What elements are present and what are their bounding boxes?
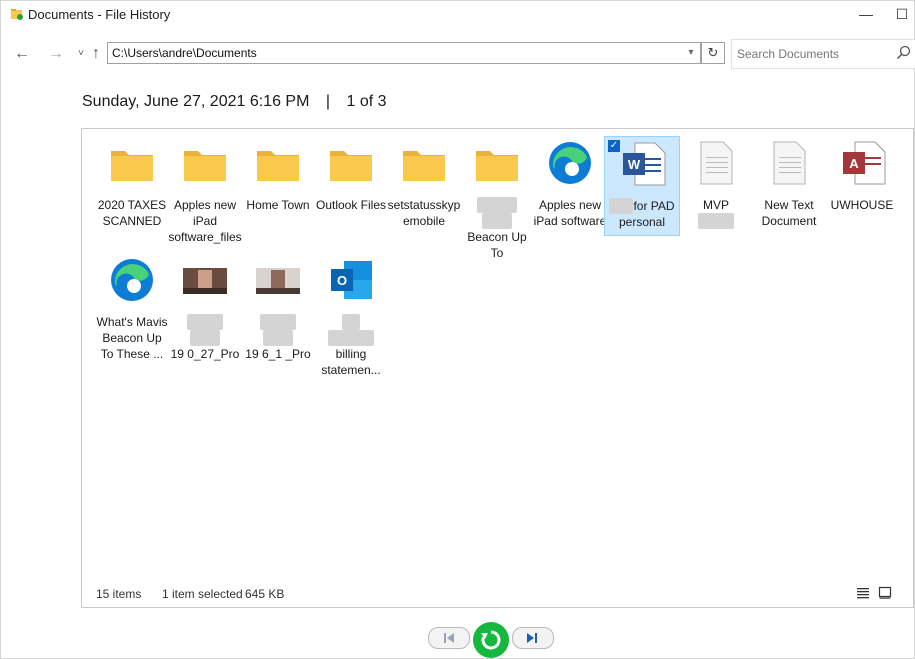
video-thumb-icon [256, 268, 300, 294]
next-version-button[interactable] [512, 627, 554, 649]
folder-icon [403, 151, 445, 181]
selection-size: 645 KB [245, 587, 285, 601]
restore-button[interactable] [473, 622, 509, 658]
item-label: Apples new iPad software [533, 198, 607, 228]
item-label: MVPxxxxxx [679, 197, 753, 229]
item-label: Apples new iPad software_files [168, 198, 242, 244]
outlook-icon: O [331, 261, 372, 299]
up-arrow-icon: ↑ [92, 45, 100, 62]
item-label-visible: Beacon Up To [467, 230, 527, 260]
item-label: UWHOUSE [830, 198, 894, 212]
history-controls [428, 622, 556, 658]
next-icon [527, 633, 537, 643]
item-label: Wxxxxxxxxx19 6_1 _Pro [241, 314, 315, 362]
folder-icon [184, 151, 226, 181]
edge-icon [111, 259, 153, 301]
list-item[interactable]: New Text Document [752, 139, 826, 229]
search-icon [896, 45, 911, 60]
item-label: setstatusskypemobile [387, 198, 461, 228]
backup-version-header: Sunday, June 27, 2021 6:16 PM | 1 of 3 [82, 93, 387, 111]
back-arrow-icon: ← [14, 45, 30, 62]
status-bar: 15 items 1 item selected 645 KB [82, 581, 913, 607]
list-item[interactable]: Apples new iPad software [533, 139, 607, 229]
video-thumb-icon [183, 268, 227, 294]
selection-info: 1 item selected [162, 587, 243, 601]
title-bar: Documents - File History — ☐ [1, 1, 914, 29]
previous-version-button[interactable] [428, 627, 470, 649]
item-label: xxxMixxxxxtbilling statemen... [314, 314, 388, 378]
window-title: Documents - File History [28, 7, 171, 22]
list-item-selected[interactable]: ✓ W xxxxfor PAD personal [604, 136, 680, 236]
file-list-panel: 2020 TAXES SCANNED Apples new iPad softw… [81, 128, 914, 608]
item-label: Home Town [246, 198, 310, 212]
item-label: New Text Document [761, 198, 817, 228]
forward-button[interactable]: → [45, 43, 67, 65]
maximize-icon: ☐ [895, 6, 909, 22]
list-item[interactable]: Wxxxxxxxxx19 0_27_Pro [168, 256, 242, 362]
address-path: C:\Users\andre\Documents [112, 46, 257, 60]
file-history-window: Documents - File History — ☐ ← → ˅ ↑ C:\… [0, 0, 915, 659]
item-label: Wxxxxxxxxx19 0_27_Pro [168, 314, 242, 362]
list-item[interactable]: Wxxxxxxxxx19 6_1 _Pro [241, 256, 315, 362]
refresh-button[interactable]: ↻ [701, 42, 725, 64]
list-item[interactable]: A UWHOUSE [825, 139, 899, 213]
folder-icon [476, 151, 518, 181]
address-dropdown-icon[interactable]: ▾ [684, 44, 698, 62]
svg-text:W: W [628, 157, 641, 172]
list-item[interactable]: setstatusskypemobile [387, 139, 461, 229]
header-separator: | [325, 93, 331, 110]
list-item[interactable]: Outlook Files [314, 139, 388, 213]
search-box[interactable]: Search Documents [731, 39, 915, 69]
details-view-icon[interactable] [856, 586, 870, 600]
item-label: What's Mavis Beacon Up To These ... [96, 315, 168, 361]
item-count: 15 items [96, 587, 142, 601]
access-icon: A [843, 141, 886, 185]
version-counter: 1 of 3 [346, 93, 387, 110]
file-history-app-icon [11, 9, 23, 20]
list-item[interactable]: What's Mavis Beacon Up To These ... [95, 256, 169, 362]
item-label: 2020 TAXES SCANNED [97, 198, 167, 228]
item-label: Outlook Files [315, 198, 387, 212]
minimize-icon: — [859, 6, 873, 22]
chevron-down-icon: ˅ [78, 48, 84, 59]
list-item[interactable]: 2020 TAXES SCANNED [95, 139, 169, 229]
back-button[interactable]: ← [11, 43, 33, 65]
large-icons-view-icon[interactable] [878, 586, 892, 600]
item-label: xxxxfor PAD personal [605, 198, 679, 230]
minimize-button[interactable]: — [843, 3, 889, 27]
list-item[interactable]: Home Town [241, 139, 315, 213]
list-item[interactable]: MVPxxxxxx [679, 139, 753, 229]
maximize-button[interactable]: ☐ [889, 3, 915, 27]
folder-icon [330, 151, 372, 181]
folder-icon [111, 151, 153, 181]
list-item[interactable]: Wh xxxxxxxxBeacon Up To [460, 139, 534, 261]
svg-text:A: A [849, 156, 859, 171]
word-doc-icon: W [623, 142, 666, 186]
text-file-icon [700, 141, 733, 185]
refresh-icon: ↻ [707, 45, 719, 60]
edge-icon [549, 142, 591, 184]
previous-icon [444, 633, 454, 643]
folder-icon [257, 151, 299, 181]
navigation-bar: ← → ˅ ↑ C:\Users\andre\Documents ▾ ↻ Sea… [1, 39, 915, 69]
restore-icon [481, 630, 501, 650]
forward-arrow-icon: → [48, 45, 64, 62]
item-label: Wh xxxxxxxxBeacon Up To [460, 197, 534, 261]
svg-text:O: O [337, 273, 347, 288]
backup-date: Sunday, June 27, 2021 6:16 PM [82, 93, 310, 110]
text-file-icon [773, 141, 806, 185]
list-item[interactable]: Apples new iPad software_files [168, 139, 242, 245]
list-item[interactable]: O xxxMixxxxxtbilling statemen... [314, 256, 388, 378]
search-placeholder: Search Documents [737, 47, 840, 61]
address-bar[interactable]: C:\Users\andre\Documents ▾ [107, 42, 701, 64]
up-button[interactable]: ↑ [85, 43, 107, 65]
